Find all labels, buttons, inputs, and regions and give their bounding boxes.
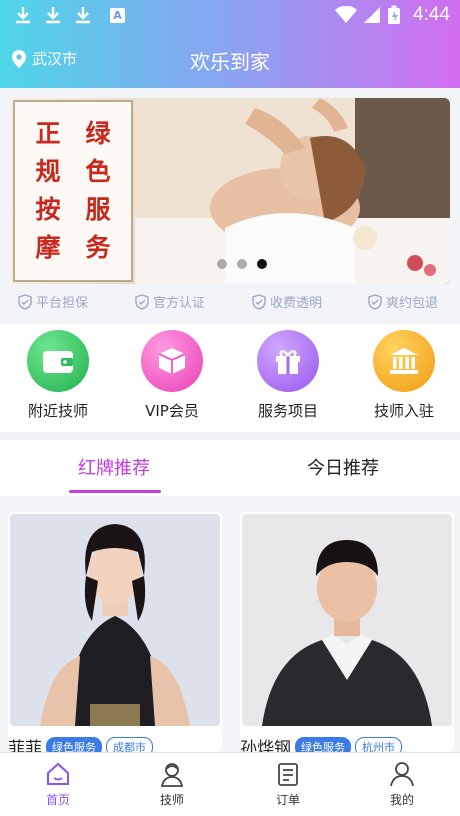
active-tab-indicator (69, 490, 161, 493)
carousel-dot[interactable] (217, 259, 227, 269)
feature-label: 技师入驻 (373, 402, 434, 420)
nav-home[interactable]: 首页 (18, 761, 98, 808)
feature-label: VIP会员 (145, 402, 199, 420)
user-icon (390, 762, 414, 787)
guarantee-label: 爽约包退 (386, 296, 439, 311)
wallet-icon (27, 330, 89, 392)
feature-grid: 附近技师 VIP会员 服务项目 技师入驻 (0, 324, 460, 432)
guarantee-label: 收费透明 (270, 296, 323, 311)
massage-photo (135, 98, 450, 284)
city-tag: 杭州市 (355, 736, 402, 752)
shield-icon (18, 293, 32, 310)
home-icon (47, 762, 69, 785)
bank-icon (373, 330, 435, 392)
nav-orders[interactable]: 订单 (248, 761, 328, 808)
nav-technician[interactable]: 技师 (132, 761, 212, 808)
nav-label: 我的 (389, 793, 414, 807)
banner-char: 服 (85, 195, 111, 224)
wifi-icon (335, 6, 358, 23)
guarantee-item: 官方认证 (135, 292, 205, 311)
technician-photo (242, 514, 452, 726)
download-icon (16, 7, 30, 24)
bottom-nav: 首页 技师 订单 我的 (0, 752, 460, 816)
order-icon (278, 763, 298, 786)
guarantee-item: 收费透明 (252, 292, 322, 311)
guarantee-item: 平台担保 (18, 292, 88, 311)
gift-icon (257, 330, 319, 392)
download-icon (76, 7, 90, 24)
guarantee-item: 爽约包退 (368, 292, 438, 311)
service-tag: 绿色服务 (46, 736, 102, 752)
shield-icon (368, 293, 382, 310)
page-title: 欢乐到家 (190, 50, 270, 74)
technician-photo (10, 514, 220, 726)
technician-name: 孙烨钢 (240, 739, 291, 752)
banner-char: 摩 (35, 233, 61, 262)
feature-vip-member[interactable]: VIP会员 (122, 330, 222, 421)
carousel-dot[interactable] (237, 259, 247, 269)
banner-slogan: 正 规 按 摩 绿 色 服 务 (13, 100, 133, 282)
feature-label: 服务项目 (257, 402, 318, 420)
banner-char: 按 (35, 195, 61, 224)
banner-char: 色 (85, 157, 111, 186)
guarantee-label: 平台担保 (36, 296, 89, 311)
banner-char: 正 (35, 119, 61, 148)
guarantee-label: 官方认证 (153, 296, 206, 311)
feature-service-items[interactable]: 服务项目 (238, 330, 338, 421)
feature-technician-join[interactable]: 技师入驻 (354, 330, 454, 421)
shield-icon (252, 293, 266, 310)
a-badge-icon: A (110, 7, 125, 23)
status-bar: A 4:44 (0, 0, 460, 32)
box-icon (141, 330, 203, 392)
banner-char: 务 (85, 233, 111, 262)
header: A 4:44 武汉市 欢乐到家 (0, 0, 460, 88)
technician-icon (160, 763, 184, 787)
carousel-dot-active[interactable] (257, 259, 267, 269)
shield-icon (135, 293, 149, 310)
technician-name: 菲菲 (8, 739, 42, 752)
city-tag: 成都市 (106, 736, 153, 752)
technician-card[interactable]: 孙烨钢 绿色服务 杭州市 (240, 512, 454, 752)
nav-label: 订单 (275, 793, 300, 807)
nav-mine[interactable]: 我的 (362, 761, 442, 808)
signal-icon (364, 7, 381, 23)
technician-card[interactable]: 菲菲 绿色服务 成都市 (8, 512, 222, 752)
feature-nearby-technician[interactable]: 附近技师 (8, 330, 108, 421)
nav-label: 技师 (159, 793, 184, 807)
banner-char: 绿 (85, 119, 111, 148)
battery-icon (388, 5, 401, 24)
carousel-dots[interactable] (217, 259, 267, 269)
guarantee-strip: 平台担保 官方认证 收费透明 爽约包退 (0, 292, 460, 316)
nav-label: 首页 (45, 793, 70, 807)
promo-banner[interactable]: 正 规 按 摩 绿 色 服 务 (11, 98, 450, 284)
tab-today[interactable]: 今日推荐 (307, 454, 379, 480)
recommend-tabs: 红牌推荐 今日推荐 (0, 432, 460, 496)
tab-red-card[interactable]: 红牌推荐 (78, 454, 150, 480)
service-tag: 绿色服务 (295, 736, 351, 752)
status-time: 4:44 (413, 4, 450, 25)
download-icon (46, 7, 60, 24)
technician-list: 菲菲 绿色服务 成都市 孙烨钢 绿色服务 杭州市 (0, 504, 460, 752)
banner-char: 规 (35, 157, 61, 186)
feature-label: 附近技师 (27, 402, 88, 420)
